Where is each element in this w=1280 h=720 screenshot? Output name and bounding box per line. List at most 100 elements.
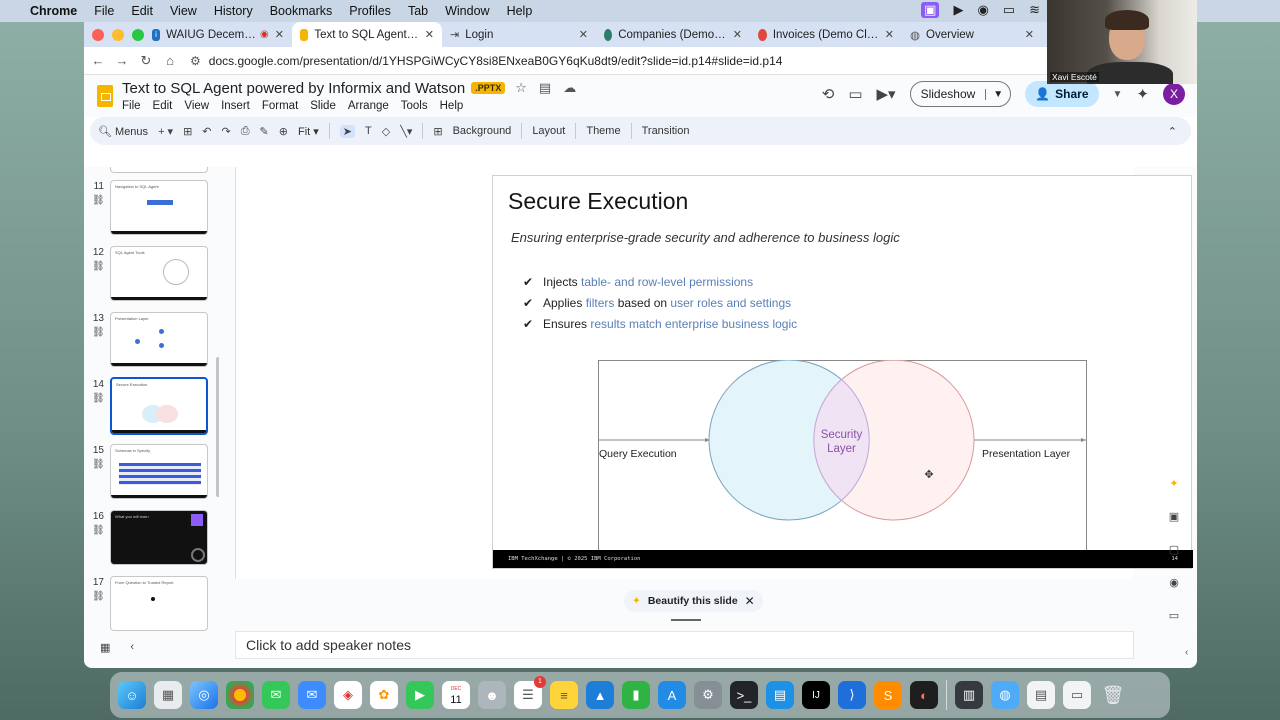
search-menus[interactable]: 🔍︎ Menus	[98, 125, 148, 138]
zoom-window-button[interactable]	[132, 28, 144, 41]
doc-menu-tools[interactable]: Tools	[401, 100, 428, 112]
launchpad-icon[interactable]: ▦	[154, 681, 182, 709]
doc-menu-file[interactable]: File	[122, 100, 141, 112]
redo-icon[interactable]: ↷	[222, 125, 231, 138]
slide-thumbnail[interactable]	[110, 167, 208, 173]
menu-history[interactable]: History	[214, 4, 253, 18]
close-tab-icon[interactable]: ✕	[727, 28, 742, 41]
menu-window[interactable]: Window	[445, 4, 489, 18]
disk-utility-icon[interactable]: ◍	[991, 681, 1019, 709]
menu-edit[interactable]: Edit	[131, 4, 153, 18]
print-icon[interactable]: ⎙	[241, 125, 250, 138]
close-tab-icon[interactable]: ✕	[269, 28, 284, 41]
bullet-list[interactable]: ✔ Injects table- and row-level permission…	[523, 272, 797, 335]
doc-menu-edit[interactable]: Edit	[153, 100, 173, 112]
terminal-icon[interactable]: >_	[730, 681, 758, 709]
doc-menu-slide[interactable]: Slide	[310, 100, 336, 112]
close-window-button[interactable]	[92, 28, 104, 41]
venn-diagram[interactable]: Security Layer Query Execution Presentat…	[598, 360, 1088, 556]
comment-add-icon[interactable]: ⊞	[433, 125, 442, 138]
line-icon[interactable]: ╲▾	[400, 125, 412, 138]
collapse-filmstrip-icon[interactable]: ‹	[130, 641, 134, 654]
move-folder-icon[interactable]: ▤	[539, 80, 551, 96]
sublime-icon[interactable]: S	[874, 681, 902, 709]
close-tab-icon[interactable]: ✕	[419, 28, 434, 41]
theme-button[interactable]: Theme	[586, 125, 620, 137]
menu-view[interactable]: View	[170, 4, 197, 18]
forward-icon[interactable]: →	[110, 53, 134, 68]
slides-logo-icon[interactable]	[97, 85, 113, 107]
facetime-icon[interactable]: ▶	[406, 681, 434, 709]
tab-login[interactable]: ⇥ Login ✕	[442, 22, 596, 47]
doc-menu-arrange[interactable]: Arrange	[348, 100, 389, 112]
menu-bookmarks[interactable]: Bookmarks	[270, 4, 333, 18]
calendar-icon[interactable]: DEC 11	[442, 681, 470, 709]
gemini-spark-icon[interactable]: ✦	[1169, 477, 1178, 490]
undo-icon[interactable]: ↶	[202, 125, 211, 138]
trash-icon[interactable]: 🗑︎	[1099, 681, 1127, 709]
docker-icon[interactable]: ▤	[766, 681, 794, 709]
system-settings-icon[interactable]: ⚙	[694, 681, 722, 709]
filmstrip-scrollbar[interactable]	[216, 357, 219, 497]
zoom-icon[interactable]: ⊕	[279, 125, 288, 138]
battery-icon[interactable]: ▭	[1003, 2, 1015, 18]
reminders-icon[interactable]: ☰ 1	[514, 676, 546, 709]
share-button[interactable]: 👤 Share	[1025, 81, 1099, 107]
intellij-icon[interactable]: IJ	[802, 681, 830, 709]
document-title[interactable]: Text to SQL Agent powered by Informix an…	[122, 80, 465, 97]
meet-icon[interactable]: ▶▾	[877, 85, 896, 103]
share-dropdown-icon[interactable]: ▼	[1113, 89, 1123, 100]
close-tab-icon[interactable]: ✕	[879, 28, 894, 41]
doc-menu-help[interactable]: Help	[440, 100, 464, 112]
back-icon[interactable]: ←	[86, 53, 110, 68]
tab-overview[interactable]: ◍ Overview ✕	[902, 22, 1042, 47]
menu-file[interactable]: File	[94, 4, 114, 18]
slide-thumbnail[interactable]: SQL Agent Tools	[110, 246, 208, 301]
mail-icon[interactable]: ✉	[298, 681, 326, 709]
select-cursor-icon[interactable]: ➤	[339, 124, 356, 138]
collapse-toolbar-icon[interactable]: ⌃	[1168, 125, 1177, 138]
side-panel-toggle-icon[interactable]: ‹	[1185, 647, 1188, 658]
chevron-down-icon[interactable]: ▼	[985, 88, 1010, 100]
utility-app-icon[interactable]: ▥	[955, 681, 983, 709]
transition-button[interactable]: Transition	[642, 125, 690, 137]
doc-menu-format[interactable]: Format	[262, 100, 298, 112]
slideshow-button[interactable]: Slideshow ▼	[909, 81, 1012, 107]
menu-tab[interactable]: Tab	[408, 4, 428, 18]
doc-menu-view[interactable]: View	[184, 100, 209, 112]
slide-title[interactable]: Secure Execution	[508, 188, 688, 215]
close-tab-icon[interactable]: ✕	[573, 28, 588, 41]
downloads-icon[interactable]: ▭	[1063, 681, 1091, 709]
import-icon[interactable]: ⊞	[183, 125, 192, 138]
finder-icon[interactable]: ☺	[118, 681, 146, 709]
menu-app-name[interactable]: Chrome	[30, 4, 77, 18]
text-box-icon[interactable]: T	[365, 125, 372, 137]
gemini-icon[interactable]: ✦	[1136, 85, 1149, 103]
wifi-icon[interactable]: ≋	[1029, 2, 1040, 18]
add-on-icon[interactable]: ▭	[1169, 609, 1179, 622]
play-icon[interactable]: ▶	[953, 2, 963, 18]
speaker-notes[interactable]: Click to add speaker notes	[235, 631, 1134, 659]
vscode-icon[interactable]: ⟩	[838, 681, 866, 709]
slide-thumbnail[interactable]: Presentation Layer	[110, 312, 208, 367]
grid-view-icon[interactable]: ▦	[100, 641, 110, 654]
reload-icon[interactable]: ↻	[134, 53, 158, 69]
messages-icon[interactable]: ✉	[262, 681, 290, 709]
menu-help[interactable]: Help	[507, 4, 533, 18]
menu-profiles[interactable]: Profiles	[349, 4, 391, 18]
paint-format-icon[interactable]: ✎	[260, 125, 269, 138]
version-history-icon[interactable]: ⟲	[822, 85, 835, 103]
keep-icon[interactable]: ▣	[1169, 510, 1179, 523]
close-tab-icon[interactable]: ✕	[1019, 28, 1034, 41]
shape-icon[interactable]: ◇	[382, 125, 390, 138]
beautify-chip[interactable]: ✦ Beautify this slide ✕	[624, 590, 763, 612]
maps-icon[interactable]: ◉	[1169, 576, 1179, 589]
safari-icon[interactable]: ◎	[190, 681, 218, 709]
layout-button[interactable]: Layout	[532, 125, 565, 137]
slide-thumbnail[interactable]: What you will learn	[110, 510, 208, 565]
screen-share-icon[interactable]: ▣	[921, 2, 940, 18]
tab-invoices[interactable]: Invoices (Demo Cloud ERP) ✕	[750, 22, 902, 47]
slide-subtitle[interactable]: Ensuring enterprise-grade security and a…	[511, 230, 900, 245]
minimize-window-button[interactable]	[112, 28, 124, 41]
close-icon[interactable]: ✕	[745, 594, 755, 608]
